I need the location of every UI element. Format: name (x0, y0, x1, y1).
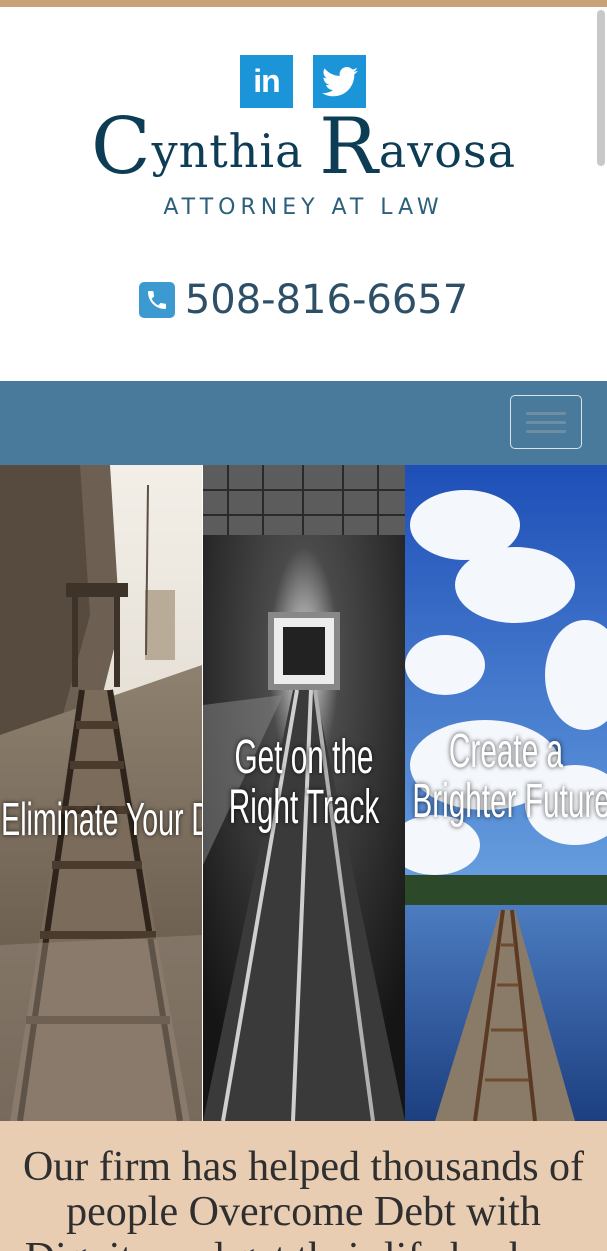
social-links: in (240, 55, 366, 108)
hero-panel-2-caption: Get on the Right Track (228, 732, 379, 834)
linkedin-link[interactable]: in (240, 55, 293, 108)
logo-first-name: ynthia (151, 124, 320, 178)
logo-initial-r: R (319, 102, 379, 192)
logo-subtitle: ATTORNEY AT LAW (163, 195, 444, 220)
menu-toggle-button[interactable] (510, 395, 582, 449)
hero-panel-3-caption: Create a Brighter Future (412, 726, 607, 828)
hero-panel-1-caption: Eliminate Your Debt (1, 795, 202, 844)
hamburger-icon-bar (526, 429, 566, 433)
hero-panel-2-line2: Right Track (228, 781, 379, 835)
page: in Cynthia Ravosa ATTORNEY AT LAW 508-81… (0, 0, 607, 1251)
navbar (0, 381, 607, 465)
phone-number: 508-816-6657 (184, 277, 469, 323)
scrollbar[interactable] (597, 10, 605, 166)
logo-last-name: avosa (378, 124, 517, 178)
hamburger-icon (526, 411, 566, 415)
hero-panel-3-line2: Brighter Future (412, 775, 607, 829)
hero-banner: Eliminate Your Debt (0, 465, 607, 1121)
intro-text: Our firm has helped thousands of people … (22, 1144, 585, 1251)
hero-panel-1-line1: Eliminate Your Debt (1, 793, 202, 845)
intro-section: Our firm has helped thousands of people … (0, 1121, 607, 1251)
linkedin-icon: in (253, 63, 280, 99)
hero-panel-brighter-future: Create a Brighter Future (405, 465, 607, 1121)
phone-icon (138, 282, 175, 318)
logo-name[interactable]: Cynthia Ravosa (0, 108, 607, 186)
logo-initial-c: C (90, 102, 152, 192)
phone-link[interactable]: 508-816-6657 (0, 277, 607, 323)
site-header: in Cynthia Ravosa ATTORNEY AT LAW 508-81… (0, 7, 607, 381)
twitter-link[interactable] (313, 55, 366, 108)
hero-panel-eliminate-debt: Eliminate Your Debt (0, 465, 202, 1121)
hero-panel-2-line1: Get on the (234, 731, 373, 784)
hero-panel-3-line1: Create a (448, 725, 564, 778)
hero-panel-right-track: Get on the Right Track (202, 465, 405, 1121)
top-accent-bar (0, 0, 607, 7)
hamburger-icon-bar (526, 420, 566, 424)
twitter-icon (321, 66, 358, 96)
